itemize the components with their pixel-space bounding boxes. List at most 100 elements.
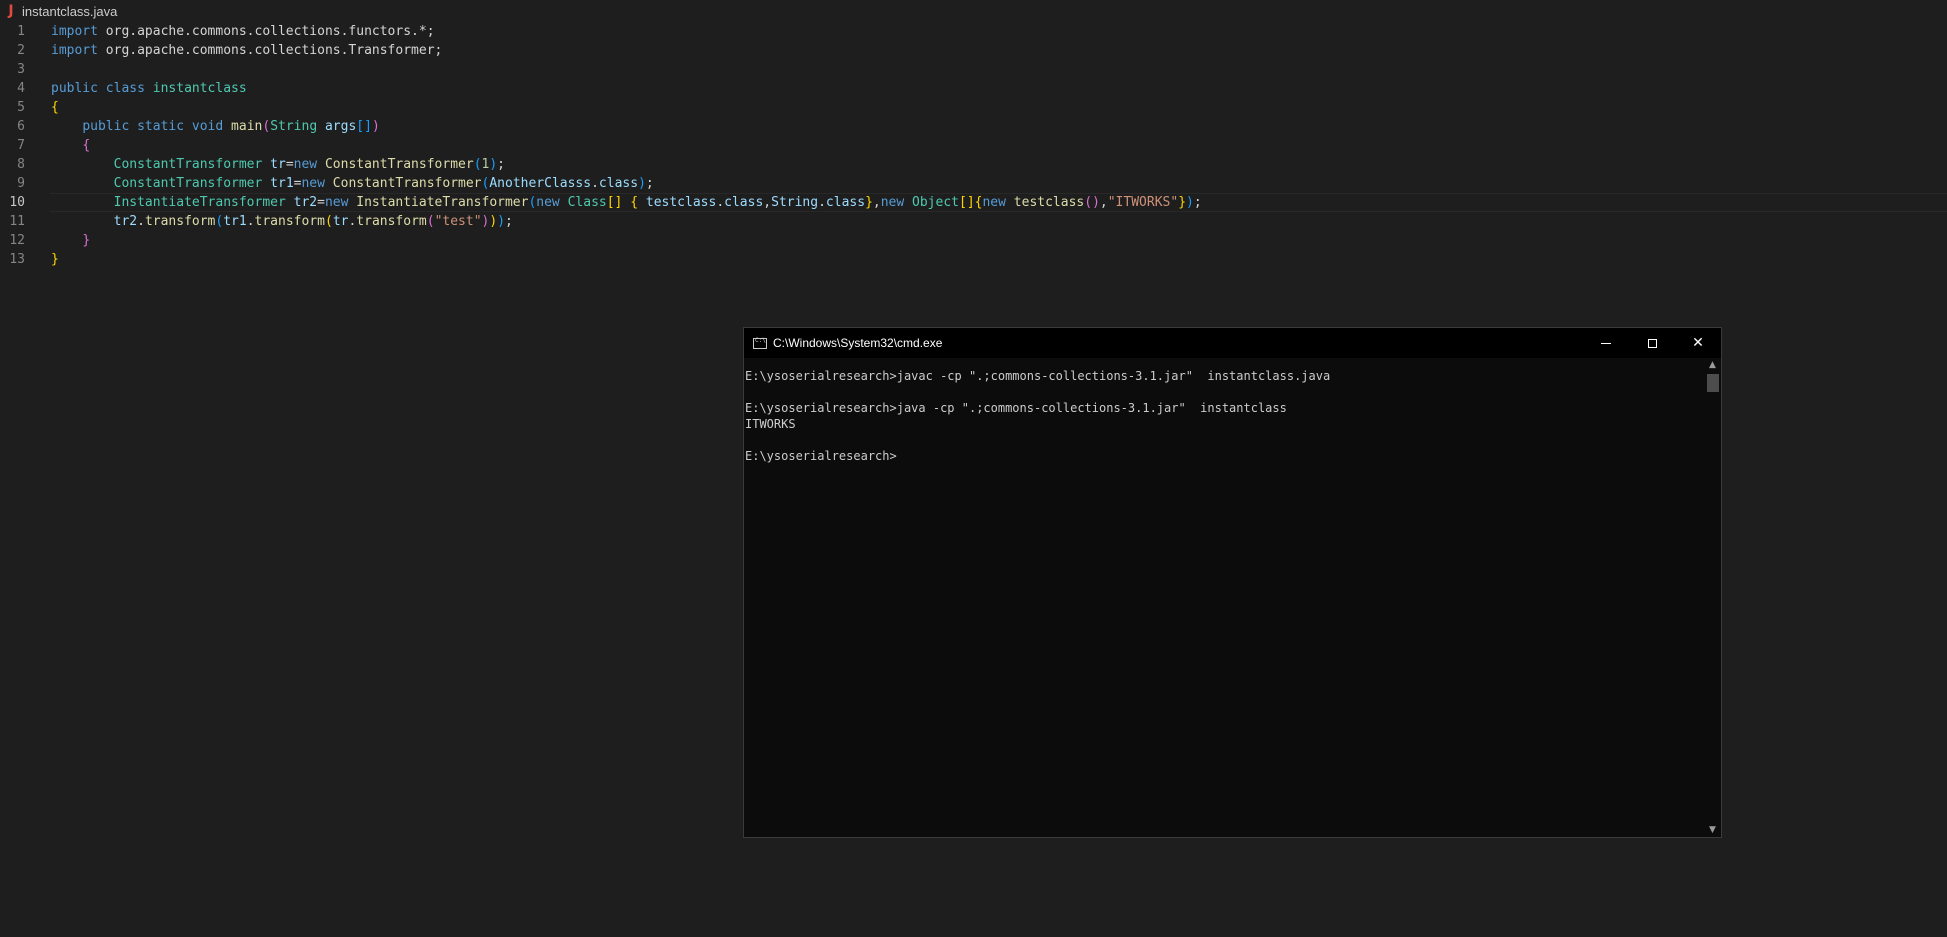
- code-line[interactable]: 12 }: [0, 231, 1947, 250]
- code-token: ConstantTransformer: [113, 176, 263, 191]
- code-token: =: [317, 195, 325, 210]
- cmd-output-line: E:\ysoserialresearch>java -cp ".;commons…: [745, 401, 1287, 415]
- code-token: ;: [505, 214, 513, 229]
- line-number: 2: [17, 43, 25, 58]
- code-token: ): [371, 119, 380, 134]
- code-line[interactable]: 1 import org.apache.commons.collections.f…: [0, 22, 1947, 41]
- code-token: ConstantTransformer: [113, 157, 263, 172]
- code-token: ,: [1099, 195, 1108, 210]
- code-token: transform: [254, 214, 325, 229]
- code-token: .: [818, 195, 826, 210]
- code-line[interactable]: 2 import org.apache.commons.collections.T…: [0, 41, 1947, 60]
- code-line[interactable]: 3: [0, 60, 1947, 79]
- code-token: args: [324, 119, 357, 134]
- editor-tab-instantclass[interactable]: J instantclass.java: [0, 0, 117, 22]
- code-token: new: [301, 176, 325, 191]
- code-line[interactable]: 9 ConstantTransformer tr1=new ConstantTr…: [0, 174, 1947, 193]
- code-token: .: [137, 214, 145, 229]
- code-token: String: [771, 195, 819, 210]
- cmd-scrollbar[interactable]: ▲ ▼: [1704, 358, 1721, 837]
- scroll-up-icon[interactable]: ▲: [1704, 358, 1721, 372]
- code-token: InstantiateTransformer: [356, 195, 529, 210]
- java-file-icon: J: [8, 3, 14, 19]
- code-token: []{: [959, 195, 983, 210]
- scroll-down-icon[interactable]: ▼: [1704, 823, 1721, 837]
- code-editor[interactable]: 1 import org.apache.commons.collections.f…: [0, 22, 1947, 269]
- code-token: class: [105, 81, 145, 96]
- cmd-output[interactable]: E:\ysoserialresearch>javac -cp ".;common…: [744, 358, 1704, 837]
- code-token: tr1: [223, 214, 247, 229]
- maximize-icon: [1647, 338, 1657, 348]
- minimize-button[interactable]: [1583, 328, 1629, 358]
- line-number: 7: [17, 138, 25, 153]
- code-token: InstantiateTransformer: [113, 195, 286, 210]
- code-token: }: [51, 252, 59, 267]
- code-line[interactable]: 4 public class instantclass: [0, 79, 1947, 98]
- code-token: ): [1186, 195, 1194, 210]
- minimize-icon: [1601, 342, 1611, 344]
- line-number: 9: [17, 176, 25, 191]
- code-token: tr2: [293, 195, 318, 210]
- cmd-title-bar[interactable]: C:\Windows\System32\cmd.exe ✕: [744, 328, 1721, 358]
- code-token: tr2: [113, 214, 138, 229]
- code-line[interactable]: 6 public static void main(String args[]): [0, 117, 1947, 136]
- code-token: public: [82, 119, 130, 134]
- code-token: (: [473, 157, 482, 172]
- code-token: tr: [270, 157, 286, 172]
- code-token: Class: [567, 195, 607, 210]
- code-token: import: [51, 24, 98, 39]
- code-token: (): [1084, 195, 1100, 210]
- code-token: ;: [1193, 195, 1202, 210]
- code-token: ;: [497, 157, 505, 172]
- line-number: 10: [9, 195, 25, 210]
- code-line[interactable]: 11 tr2.transform(tr1.transform(tr.transf…: [0, 212, 1947, 231]
- code-token: {: [51, 100, 59, 115]
- code-token: tr1: [270, 176, 294, 191]
- cmd-output-line: E:\ysoserialresearch>: [745, 449, 897, 463]
- code-line[interactable]: 5{: [0, 98, 1947, 117]
- code-token: ): [497, 214, 506, 229]
- cmd-console-icon: [753, 337, 767, 349]
- code-token: Object: [912, 195, 959, 210]
- line-number: 13: [9, 252, 25, 267]
- cmd-output-line: [745, 384, 1704, 400]
- cmd-output-line: [745, 432, 1704, 448]
- code-token: static: [137, 119, 185, 134]
- code-token: ConstantTransformer: [324, 157, 474, 172]
- code-token: new: [324, 195, 349, 210]
- code-token: class: [724, 195, 764, 210]
- code-token: new: [880, 195, 905, 210]
- code-line[interactable]: 8 ConstantTransformer tr=new ConstantTra…: [0, 155, 1947, 174]
- code-token: import: [51, 43, 98, 58]
- close-icon: ✕: [1692, 335, 1704, 351]
- scroll-thumb[interactable]: [1707, 374, 1719, 392]
- code-token: tr: [332, 214, 349, 229]
- code-token: .: [716, 195, 725, 210]
- close-button[interactable]: ✕: [1675, 328, 1721, 358]
- line-number: 1: [17, 24, 25, 39]
- code-line[interactable]: 13}: [0, 250, 1947, 269]
- code-token: .: [246, 214, 255, 229]
- maximize-button[interactable]: [1629, 328, 1675, 358]
- code-token: []: [356, 119, 372, 134]
- code-line[interactable]: 10 InstantiateTransformer tr2=new Instan…: [0, 193, 1947, 212]
- code-token: void: [191, 119, 224, 134]
- code-token: main: [231, 119, 263, 134]
- cmd-window[interactable]: C:\Windows\System32\cmd.exe ✕ E:\ysoseri…: [743, 327, 1722, 838]
- code-token: "ITWORKS": [1107, 195, 1179, 210]
- code-line[interactable]: 7 {: [0, 136, 1947, 155]
